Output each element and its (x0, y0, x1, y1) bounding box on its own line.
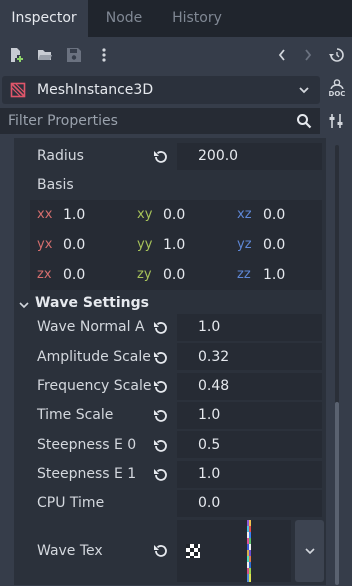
basis-zy-value[interactable]: 0.0 (163, 267, 185, 283)
revert-icon[interactable] (153, 543, 169, 559)
doc-label: DOC (328, 90, 346, 98)
revert-icon[interactable] (153, 149, 169, 165)
object-selector[interactable]: MeshInstance3D (2, 76, 320, 104)
chevron-down-icon (305, 548, 315, 555)
basis-xx-value[interactable]: 1.0 (63, 207, 85, 223)
filter-properties-field (0, 108, 320, 134)
revert-icon[interactable] (153, 320, 169, 336)
basis-zz-value[interactable]: 1.0 (263, 267, 285, 283)
save-icon[interactable] (64, 45, 84, 65)
basis-yy-key: yy (137, 237, 153, 252)
scrollbar-thumb[interactable] (335, 402, 339, 585)
mesh-instance-icon (10, 82, 26, 98)
cpu-time-label: CPU Time (37, 495, 105, 511)
basis-yx-key: yx (37, 237, 53, 252)
basis-zx-key: zx (37, 267, 52, 282)
noise-texture-icon (185, 543, 201, 563)
tab-node[interactable]: Node (88, 0, 160, 37)
new-resource-icon[interactable] (6, 45, 26, 65)
basis-yx-value[interactable]: 0.0 (63, 237, 85, 253)
basis-xy-key: xy (137, 207, 153, 222)
frequency-scale-value[interactable]: 0.48 (198, 378, 229, 394)
amplitude-scale-label: Amplitude Scale (37, 349, 151, 365)
basis-yz-value[interactable]: 0.0 (263, 237, 285, 253)
revert-icon[interactable] (153, 408, 169, 424)
revert-icon[interactable] (153, 379, 169, 395)
open-docs-button[interactable]: DOC (327, 79, 347, 101)
object-name: MeshInstance3D (37, 82, 154, 98)
revert-icon[interactable] (153, 350, 169, 366)
tab-inspector[interactable]: Inspector (0, 0, 88, 37)
open-folder-icon[interactable] (35, 45, 55, 65)
frequency-scale-label: Frequency Scale (37, 378, 152, 394)
inspector-toolbar (0, 37, 352, 73)
steepness-e0-label: Steepness E 0 (37, 437, 137, 453)
steepness-e1-label: Steepness E 1 (37, 466, 137, 482)
radius-label: Radius (37, 148, 84, 164)
revert-icon[interactable] (153, 438, 169, 454)
recent-history-icon[interactable] (327, 45, 347, 65)
basis-zx-value[interactable]: 0.0 (63, 267, 85, 283)
resource-dropdown-button[interactable] (295, 520, 324, 582)
basis-xz-key: xz (237, 207, 252, 222)
basis-zz-key: zz (237, 267, 251, 282)
radius-value[interactable]: 200.0 (198, 148, 238, 164)
filter-properties-input[interactable] (0, 108, 298, 134)
tool-settings-icon[interactable] (328, 113, 344, 133)
chevron-down-icon (298, 84, 310, 100)
tab-history[interactable]: History (160, 0, 234, 37)
wave-tex-label: Wave Tex (37, 543, 103, 559)
wave-normal-a-value[interactable]: 1.0 (198, 319, 220, 335)
amplitude-scale-value[interactable]: 0.32 (198, 349, 229, 365)
wave-tex-preview[interactable] (247, 520, 251, 582)
basis-zy-key: zy (137, 267, 152, 282)
steepness-e0-value[interactable]: 0.5 (198, 437, 220, 453)
search-icon (296, 113, 312, 133)
wave-settings-header[interactable]: Wave Settings (35, 295, 149, 311)
basis-yz-key: yz (237, 237, 252, 252)
basis-xz-value[interactable]: 0.0 (263, 207, 285, 223)
time-scale-label: Time Scale (37, 407, 114, 423)
cpu-time-value[interactable]: 0.0 (198, 495, 220, 511)
basis-xy-value[interactable]: 0.0 (163, 207, 185, 223)
more-options-icon[interactable] (94, 45, 114, 65)
basis-yy-value[interactable]: 1.0 (163, 237, 185, 253)
basis-xx-key: xx (37, 207, 53, 222)
history-back-icon[interactable] (272, 45, 292, 65)
section-collapse-icon[interactable] (19, 298, 29, 314)
history-forward-icon[interactable] (298, 45, 318, 65)
dock-tab-bar: Inspector Node History (0, 0, 352, 37)
wave-normal-a-label: Wave Normal A (37, 319, 145, 335)
basis-label: Basis (37, 177, 74, 193)
revert-icon[interactable] (153, 467, 169, 483)
time-scale-value[interactable]: 1.0 (198, 407, 220, 423)
steepness-e1-value[interactable]: 1.0 (198, 466, 220, 482)
